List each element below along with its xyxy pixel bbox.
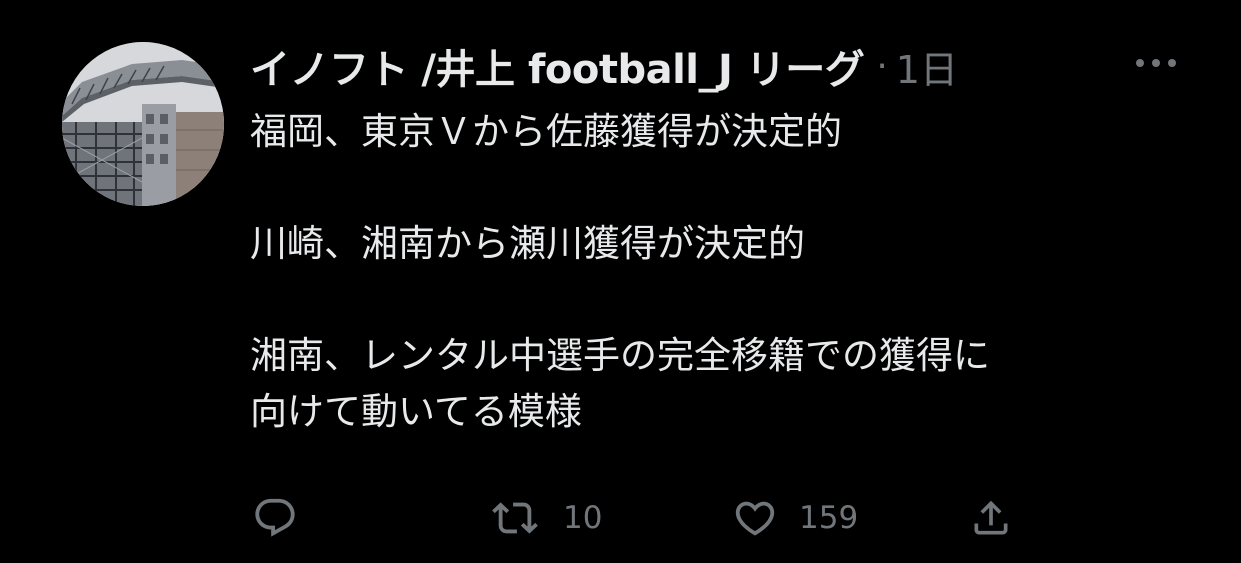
tweet-header: イノフト /井上 football_J リーグ · 1日 xyxy=(250,38,958,94)
retweet-icon xyxy=(492,502,538,534)
tweet-text-line: 向けて動いてる模様 xyxy=(250,390,582,433)
tweet-text-blank-line xyxy=(250,272,1210,328)
heart-icon xyxy=(735,501,775,536)
separator-dot: · xyxy=(876,45,888,87)
reply-button[interactable] xyxy=(251,494,299,542)
tweet-text-line: 湘南、レンタル中選手の完全移籍での獲得に xyxy=(250,334,990,377)
display-name[interactable]: イノフト /井上 football_J リーグ xyxy=(250,37,865,95)
tweet-text: 福岡、東京Ｖから佐藤獲得が決定的 川崎、湘南から瀬川獲得が決定的 湘南、レンタル… xyxy=(250,104,1210,440)
tweet-text-blank-line xyxy=(250,160,1210,216)
tweet-text-line: 川崎、湘南から瀬川獲得が決定的 xyxy=(250,222,805,265)
avatar[interactable] xyxy=(62,42,224,206)
more-button[interactable] xyxy=(1128,48,1184,78)
timestamp[interactable]: 1日 xyxy=(896,39,958,94)
more-icon xyxy=(1136,59,1176,67)
stadium-photo xyxy=(62,42,224,206)
share-icon xyxy=(974,500,1008,535)
share-button[interactable] xyxy=(969,494,1013,542)
tweet-text-line: 福岡、東京Ｖから佐藤獲得が決定的 xyxy=(250,110,842,153)
tweet[interactable]: イノフト /井上 football_J リーグ · 1日 福岡、東京Ｖから佐藤獲… xyxy=(0,0,1241,563)
retweet-count: 10 xyxy=(563,500,603,536)
reply-icon xyxy=(255,498,295,537)
action-bar: 10 159 xyxy=(0,494,1241,542)
like-button[interactable]: 159 xyxy=(731,494,858,542)
retweet-button[interactable]: 10 xyxy=(487,494,602,542)
like-count: 159 xyxy=(799,500,859,536)
